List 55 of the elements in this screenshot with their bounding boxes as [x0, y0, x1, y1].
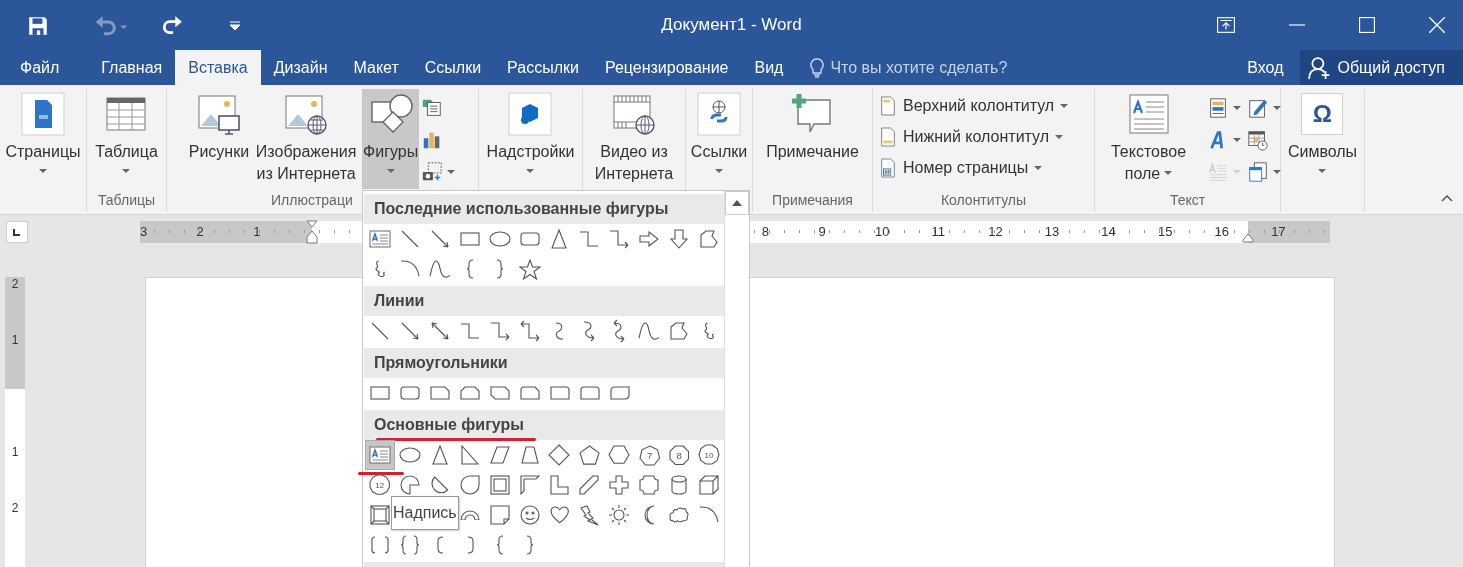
ruler-number: 13: [1044, 224, 1060, 239]
ribbon-tab[interactable]: Вставка: [175, 50, 261, 85]
ribbon-button[interactable]: Ссылки: [689, 89, 749, 189]
window-title: Документ1 - Word: [661, 15, 802, 35]
section-title: Последние использованные фигуры: [374, 200, 669, 218]
ruler-number: 9: [818, 224, 826, 239]
group-label: Текст: [1169, 192, 1206, 208]
section-title: Прямоугольники: [374, 354, 508, 372]
ribbon-button[interactable]: Нижний колонтитул: [879, 124, 1069, 150]
ruler-number: 10: [874, 224, 890, 239]
ribbon-button[interactable]: Фигуры: [362, 89, 420, 189]
tooltip: Надпись: [390, 496, 459, 530]
ribbon-button[interactable]: Таблица: [94, 89, 159, 189]
ribbon-tab[interactable]: Дизайн: [260, 50, 341, 85]
section-title: Линии: [374, 292, 425, 310]
ribbon-button[interactable]: Примечание: [765, 89, 860, 189]
ribbon-button[interactable]: Страницы: [4, 89, 82, 189]
ribbon-button[interactable]: Надстройки: [485, 89, 576, 189]
ruler-number: 15: [1157, 224, 1173, 239]
ribbon-button[interactable]: Номер страницы: [879, 155, 1069, 181]
ruler-number: 2: [10, 277, 20, 293]
ruler-number: 1: [253, 224, 261, 239]
symbol-tile: Ω: [1301, 93, 1344, 135]
ribbon-button[interactable]: Верхний колонтитул: [879, 93, 1069, 119]
ribbon-button[interactable]: Изображения из Интернета: [250, 89, 363, 189]
ribbon-button[interactable]: Ω Символы: [1286, 89, 1359, 189]
ribbon-button[interactable]: Текстовое поле: [1092, 89, 1205, 189]
ribbon-tab[interactable]: Вид: [741, 50, 797, 85]
search-field[interactable]: Что вы хотите сделать?: [830, 58, 1031, 77]
ruler-number: 12: [988, 224, 1003, 239]
ribbon-tab[interactable]: Файл: [0, 50, 73, 85]
sign-in-link[interactable]: Вход: [1231, 50, 1300, 85]
section-title: Основные фигуры: [374, 416, 524, 434]
ruler-number: 3: [140, 224, 148, 239]
ruler-number: 2: [196, 224, 204, 239]
ribbon-tab[interactable]: Рассылки: [494, 50, 592, 85]
ruler-number: 17: [1271, 224, 1286, 239]
group-label: Иллюстраци: [271, 192, 353, 208]
ribbon-button[interactable]: Рисунки: [187, 89, 251, 189]
ribbon-tab[interactable]: Макет: [340, 50, 412, 85]
ruler-number: 16: [1214, 224, 1229, 239]
ruler-number: 11: [931, 224, 946, 239]
ruler-number: 14: [1101, 224, 1116, 239]
ribbon-button[interactable]: Видео из Интернета: [578, 89, 690, 189]
share-button[interactable]: Общий доступ: [1299, 50, 1463, 85]
ruler-number: 2: [10, 501, 20, 517]
ruler-number: 8: [761, 224, 769, 239]
ruler-number: 1: [10, 445, 20, 461]
group-label: Таблицы: [97, 192, 156, 208]
ruler-number: 1: [10, 333, 20, 349]
group-label: Примечания: [772, 192, 853, 208]
ribbon-tab[interactable]: Ссылки: [411, 50, 495, 85]
ribbon-tab[interactable]: Рецензирование: [591, 50, 742, 85]
group-label: Колонтитулы: [940, 192, 1027, 208]
ribbon-tab[interactable]: Главная: [88, 50, 176, 85]
